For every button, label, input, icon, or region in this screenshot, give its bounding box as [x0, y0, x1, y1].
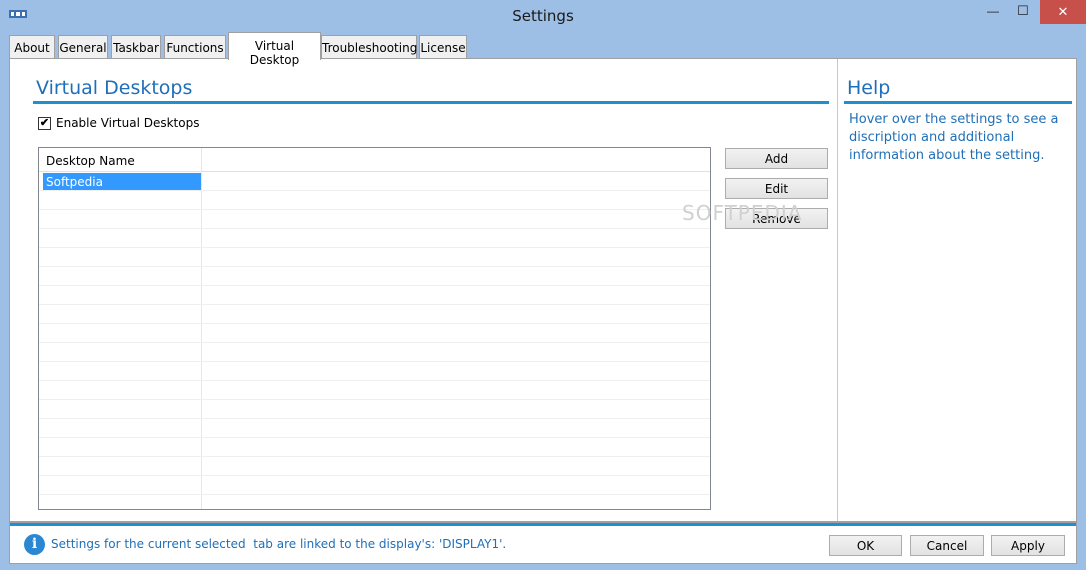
help-divider: [844, 101, 1072, 104]
table-row-empty: [39, 191, 710, 210]
desktop-list-header: Desktop Name: [39, 148, 710, 172]
table-row-empty: [39, 381, 710, 400]
help-panel: Help Hover over the settings to see a di…: [837, 59, 1076, 521]
close-icon: ✕: [1057, 4, 1069, 19]
table-row-empty: [39, 362, 710, 381]
maximize-button[interactable]: ☐: [1008, 0, 1038, 26]
window-title: Settings: [512, 7, 574, 25]
settings-window: Settings — ☐ ✕ About General Taskbar Fun…: [0, 0, 1086, 570]
tab-about[interactable]: About: [9, 35, 55, 60]
status-bar: i Settings for the current selected tab …: [9, 522, 1077, 564]
table-row-empty: [39, 419, 710, 438]
minimize-icon: —: [987, 4, 999, 18]
status-text: Settings for the current selected tab ar…: [51, 537, 507, 551]
table-row-empty: [39, 457, 710, 476]
info-icon: i: [24, 534, 45, 555]
virtual-desktop-panel: Virtual Desktops ✔ Enable Virtual Deskto…: [10, 59, 836, 521]
table-row-empty: [39, 248, 710, 267]
tab-taskbar[interactable]: Taskbar: [111, 35, 161, 60]
table-row-empty: [39, 343, 710, 362]
table-row-empty: [39, 305, 710, 324]
table-row-empty: [39, 400, 710, 419]
section-title: Virtual Desktops: [36, 77, 193, 99]
column-header-desktop-name[interactable]: Desktop Name: [46, 154, 135, 168]
ok-button[interactable]: OK: [829, 535, 902, 556]
minimize-button[interactable]: —: [978, 0, 1008, 26]
tab-virtual-desktop[interactable]: Virtual Desktop: [228, 32, 321, 67]
tab-troubleshooting[interactable]: Troubleshooting: [321, 35, 417, 60]
tab-general[interactable]: General: [58, 35, 108, 60]
tab-license[interactable]: License: [419, 35, 467, 60]
section-divider: [33, 101, 829, 104]
tab-functions[interactable]: Functions: [164, 35, 226, 60]
title-bar[interactable]: Settings — ☐ ✕: [0, 0, 1086, 32]
status-divider: [10, 523, 1076, 526]
close-button[interactable]: ✕: [1040, 0, 1086, 24]
apply-button[interactable]: Apply: [991, 535, 1065, 556]
table-row-empty: [39, 324, 710, 343]
maximize-icon: ☐: [1017, 3, 1029, 18]
table-row-empty: [39, 229, 710, 248]
table-row-empty: [39, 210, 710, 229]
table-row-empty: [39, 286, 710, 305]
enable-virtual-desktops-checkbox[interactable]: ✔: [38, 117, 51, 130]
table-row-empty: [39, 438, 710, 457]
desktop-list[interactable]: Desktop Name Softpedia: [38, 147, 711, 510]
help-title: Help: [847, 77, 891, 99]
table-row[interactable]: Softpedia: [39, 172, 710, 191]
settings-content: Virtual Desktops ✔ Enable Virtual Deskto…: [9, 58, 1077, 522]
help-text: Hover over the settings to see a discrip…: [849, 112, 1059, 163]
desktop-name-cell[interactable]: Softpedia: [43, 173, 201, 190]
edit-button[interactable]: Edit: [725, 178, 828, 199]
table-row-empty: [39, 476, 710, 495]
table-row-empty: [39, 267, 710, 286]
watermark: SOFTPEDIA: [682, 201, 803, 225]
add-button[interactable]: Add: [725, 148, 828, 169]
enable-virtual-desktops-label[interactable]: Enable Virtual Desktops: [56, 116, 199, 130]
cancel-button[interactable]: Cancel: [910, 535, 984, 556]
